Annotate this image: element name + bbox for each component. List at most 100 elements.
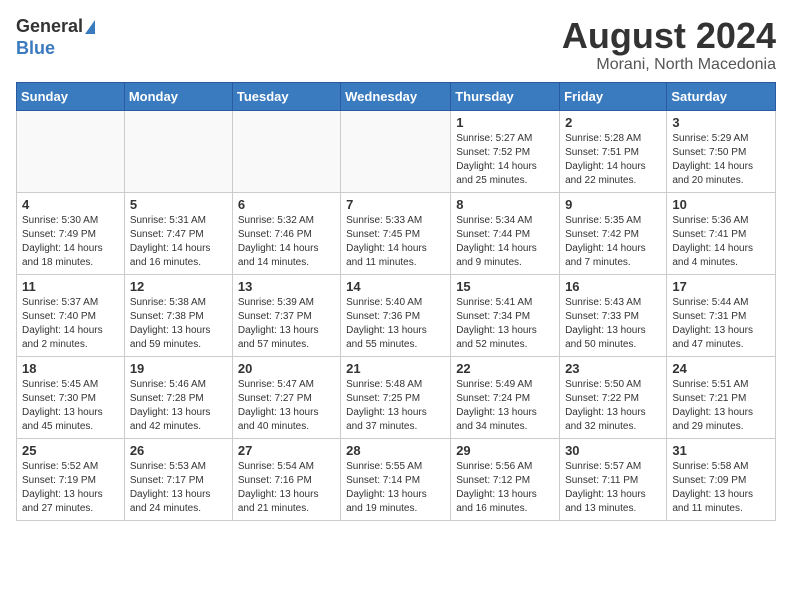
weekday-header-monday: Monday bbox=[124, 82, 232, 110]
calendar-cell: 18 Sunrise: 5:45 AM Sunset: 7:30 PM Dayli… bbox=[17, 356, 125, 438]
weekday-header-saturday: Saturday bbox=[667, 82, 776, 110]
day-info: Sunrise: 5:33 AM Sunset: 7:45 PM Dayligh… bbox=[346, 214, 445, 270]
calendar-cell: 27 Sunrise: 5:54 AM Sunset: 7:16 PM Dayli… bbox=[232, 438, 340, 520]
day-info: Sunrise: 5:39 AM Sunset: 7:37 PM Dayligh… bbox=[238, 296, 335, 352]
day-number: 25 bbox=[22, 443, 119, 458]
weekday-header-thursday: Thursday bbox=[451, 82, 560, 110]
calendar-cell: 30 Sunrise: 5:57 AM Sunset: 7:11 PM Dayli… bbox=[560, 438, 667, 520]
calendar-cell: 3Sunrise: 5:29 AM Sunset: 7:50 PM Daylig… bbox=[667, 110, 776, 192]
calendar-cell bbox=[232, 110, 340, 192]
calendar-cell: 14Sunrise: 5:40 AM Sunset: 7:36 PM Dayli… bbox=[341, 274, 451, 356]
calendar-cell bbox=[124, 110, 232, 192]
day-info: Sunrise: 5:43 AM Sunset: 7:33 PM Dayligh… bbox=[565, 296, 661, 352]
weekday-header-wednesday: Wednesday bbox=[341, 82, 451, 110]
day-number: 2 bbox=[565, 115, 661, 130]
calendar-cell bbox=[17, 110, 125, 192]
day-info: Sunrise: 5:38 AM Sunset: 7:38 PM Dayligh… bbox=[130, 296, 227, 352]
day-number: 22 bbox=[456, 361, 554, 376]
day-number: 12 bbox=[130, 279, 227, 294]
day-number: 1 bbox=[456, 115, 554, 130]
calendar-cell: 29Sunrise: 5:56 AM Sunset: 7:12 PM Dayli… bbox=[451, 438, 560, 520]
calendar-cell: 26Sunrise: 5:53 AM Sunset: 7:17 PM Dayli… bbox=[124, 438, 232, 520]
logo-blue-text: Blue bbox=[16, 38, 97, 60]
day-number: 14 bbox=[346, 279, 445, 294]
calendar-cell bbox=[341, 110, 451, 192]
day-info: Sunrise: 5:32 AM Sunset: 7:46 PM Dayligh… bbox=[238, 214, 335, 270]
day-info: Sunrise: 5:37 AM Sunset: 7:40 PM Dayligh… bbox=[22, 296, 119, 352]
day-info: Sunrise: 5:55 AM Sunset: 7:14 PM Dayligh… bbox=[346, 460, 445, 516]
weekday-header-tuesday: Tuesday bbox=[232, 82, 340, 110]
calendar-cell: 10Sunrise: 5:36 AM Sunset: 7:41 PM Dayli… bbox=[667, 192, 776, 274]
day-number: 18 bbox=[22, 361, 119, 376]
calendar-cell: 25Sunrise: 5:52 AM Sunset: 7:19 PM Dayli… bbox=[17, 438, 125, 520]
month-title: August 2024 bbox=[562, 16, 776, 56]
calendar-week-5: 25Sunrise: 5:52 AM Sunset: 7:19 PM Dayli… bbox=[17, 438, 776, 520]
day-number: 17 bbox=[672, 279, 770, 294]
calendar-cell: 15Sunrise: 5:41 AM Sunset: 7:34 PM Dayli… bbox=[451, 274, 560, 356]
calendar-cell: 9Sunrise: 5:35 AM Sunset: 7:42 PM Daylig… bbox=[560, 192, 667, 274]
calendar-table: SundayMondayTuesdayWednesdayThursdayFrid… bbox=[16, 82, 776, 521]
day-number: 30 bbox=[565, 443, 661, 458]
day-info: Sunrise: 5:48 AM Sunset: 7:25 PM Dayligh… bbox=[346, 378, 445, 434]
weekday-header-sunday: Sunday bbox=[17, 82, 125, 110]
day-info: Sunrise: 5:27 AM Sunset: 7:52 PM Dayligh… bbox=[456, 132, 554, 188]
logo-text: General bbox=[16, 16, 97, 38]
day-number: 24 bbox=[672, 361, 770, 376]
day-number: 15 bbox=[456, 279, 554, 294]
logo-general: General bbox=[16, 16, 83, 36]
calendar-cell: 31Sunrise: 5:58 AM Sunset: 7:09 PM Dayli… bbox=[667, 438, 776, 520]
day-info: Sunrise: 5:31 AM Sunset: 7:47 PM Dayligh… bbox=[130, 214, 227, 270]
weekday-header-friday: Friday bbox=[560, 82, 667, 110]
day-number: 23 bbox=[565, 361, 661, 376]
day-number: 29 bbox=[456, 443, 554, 458]
page-header: General Blue August 2024 Morani, North M… bbox=[16, 16, 776, 74]
calendar-week-1: 1 Sunrise: 5:27 AM Sunset: 7:52 PM Daylig… bbox=[17, 110, 776, 192]
calendar-cell: 23 Sunrise: 5:50 AM Sunset: 7:22 PM Dayli… bbox=[560, 356, 667, 438]
day-number: 19 bbox=[130, 361, 227, 376]
calendar-cell: 11 Sunrise: 5:37 AM Sunset: 7:40 PM Dayli… bbox=[17, 274, 125, 356]
calendar-cell: 6Sunrise: 5:32 AM Sunset: 7:46 PM Daylig… bbox=[232, 192, 340, 274]
day-info: Sunrise: 5:44 AM Sunset: 7:31 PM Dayligh… bbox=[672, 296, 770, 352]
day-info: Sunrise: 5:58 AM Sunset: 7:09 PM Dayligh… bbox=[672, 460, 770, 516]
logo: General Blue bbox=[16, 16, 97, 59]
day-number: 8 bbox=[456, 197, 554, 212]
logo-triangle-icon bbox=[85, 20, 95, 34]
day-info: Sunrise: 5:46 AM Sunset: 7:28 PM Dayligh… bbox=[130, 378, 227, 434]
calendar-week-4: 18 Sunrise: 5:45 AM Sunset: 7:30 PM Dayli… bbox=[17, 356, 776, 438]
calendar-cell: 2 Sunrise: 5:28 AM Sunset: 7:51 PM Daylig… bbox=[560, 110, 667, 192]
calendar-cell: 22 Sunrise: 5:49 AM Sunset: 7:24 PM Dayli… bbox=[451, 356, 560, 438]
calendar-cell: 19 Sunrise: 5:46 AM Sunset: 7:28 PM Dayli… bbox=[124, 356, 232, 438]
calendar-week-3: 11 Sunrise: 5:37 AM Sunset: 7:40 PM Dayli… bbox=[17, 274, 776, 356]
calendar-cell: 20 Sunrise: 5:47 AM Sunset: 7:27 PM Dayli… bbox=[232, 356, 340, 438]
day-number: 21 bbox=[346, 361, 445, 376]
calendar-cell: 4 Sunrise: 5:30 AM Sunset: 7:49 PM Daylig… bbox=[17, 192, 125, 274]
day-info: Sunrise: 5:57 AM Sunset: 7:11 PM Dayligh… bbox=[565, 460, 661, 516]
day-info: Sunrise: 5:28 AM Sunset: 7:51 PM Dayligh… bbox=[565, 132, 661, 188]
calendar-cell: 24 Sunrise: 5:51 AM Sunset: 7:21 PM Dayli… bbox=[667, 356, 776, 438]
calendar-cell: 12 Sunrise: 5:38 AM Sunset: 7:38 PM Dayli… bbox=[124, 274, 232, 356]
day-number: 9 bbox=[565, 197, 661, 212]
day-info: Sunrise: 5:50 AM Sunset: 7:22 PM Dayligh… bbox=[565, 378, 661, 434]
day-number: 16 bbox=[565, 279, 661, 294]
day-number: 5 bbox=[130, 197, 227, 212]
day-number: 27 bbox=[238, 443, 335, 458]
day-info: Sunrise: 5:34 AM Sunset: 7:44 PM Dayligh… bbox=[456, 214, 554, 270]
day-info: Sunrise: 5:51 AM Sunset: 7:21 PM Dayligh… bbox=[672, 378, 770, 434]
day-number: 10 bbox=[672, 197, 770, 212]
day-number: 11 bbox=[22, 279, 119, 294]
calendar-cell: 8 Sunrise: 5:34 AM Sunset: 7:44 PM Daylig… bbox=[451, 192, 560, 274]
day-info: Sunrise: 5:47 AM Sunset: 7:27 PM Dayligh… bbox=[238, 378, 335, 434]
day-info: Sunrise: 5:30 AM Sunset: 7:49 PM Dayligh… bbox=[22, 214, 119, 270]
calendar-cell: 21 Sunrise: 5:48 AM Sunset: 7:25 PM Dayli… bbox=[341, 356, 451, 438]
day-info: Sunrise: 5:49 AM Sunset: 7:24 PM Dayligh… bbox=[456, 378, 554, 434]
day-number: 28 bbox=[346, 443, 445, 458]
day-number: 4 bbox=[22, 197, 119, 212]
calendar-header-row: SundayMondayTuesdayWednesdayThursdayFrid… bbox=[17, 82, 776, 110]
day-number: 20 bbox=[238, 361, 335, 376]
calendar-cell: 1 Sunrise: 5:27 AM Sunset: 7:52 PM Daylig… bbox=[451, 110, 560, 192]
day-info: Sunrise: 5:54 AM Sunset: 7:16 PM Dayligh… bbox=[238, 460, 335, 516]
day-info: Sunrise: 5:45 AM Sunset: 7:30 PM Dayligh… bbox=[22, 378, 119, 434]
day-number: 13 bbox=[238, 279, 335, 294]
day-number: 3 bbox=[672, 115, 770, 130]
day-info: Sunrise: 5:53 AM Sunset: 7:17 PM Dayligh… bbox=[130, 460, 227, 516]
